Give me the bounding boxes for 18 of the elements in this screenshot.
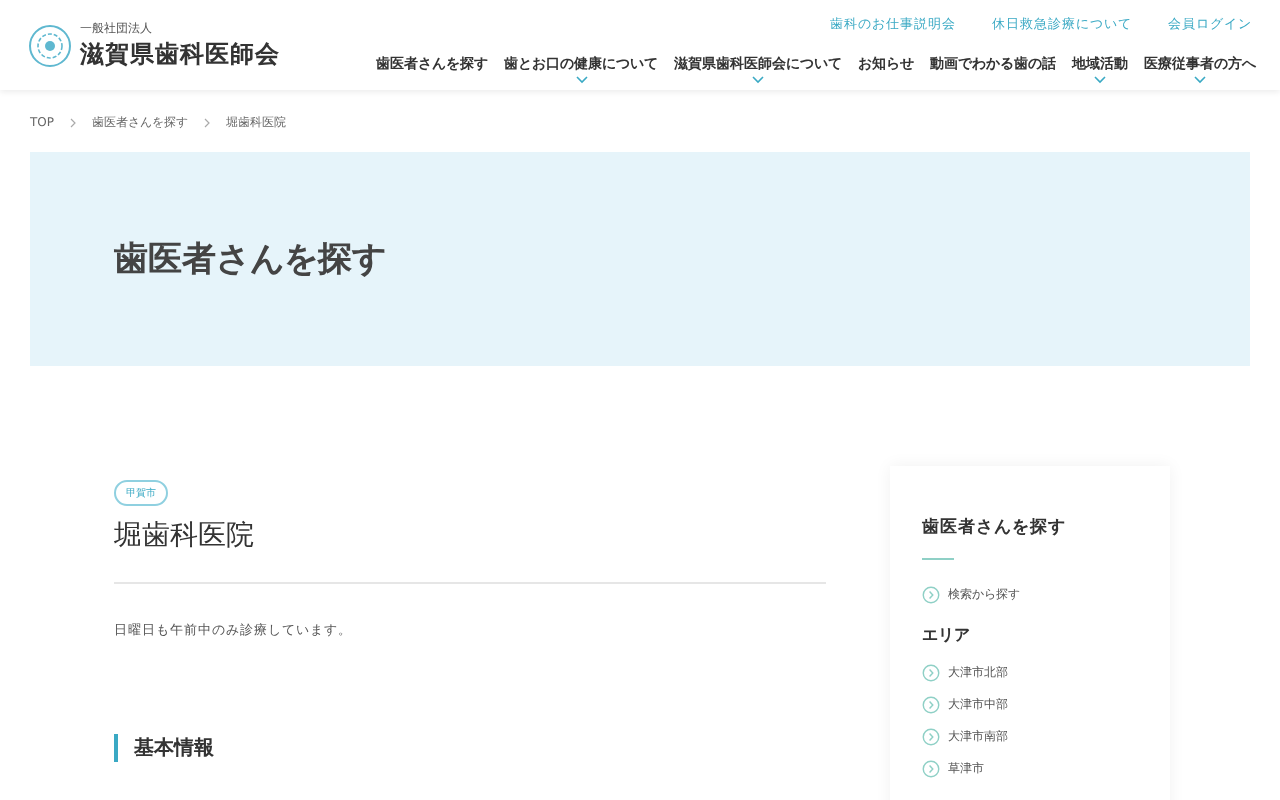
sidebar-title: 歯医者さんを探す: [922, 516, 1068, 540]
logo-title: 滋賀県歯科医師会: [80, 37, 280, 71]
chevron-circle-icon: [922, 696, 940, 714]
sidebar-subtitle: エリア: [922, 624, 972, 646]
chevron-down-icon: [1094, 76, 1106, 84]
chevron-icon: [70, 118, 77, 128]
clinic-name: 堀歯科医院: [114, 518, 256, 554]
chevron-circle-icon: [922, 664, 940, 682]
chevron-down-icon: [575, 76, 587, 84]
chevron-circle-icon: [922, 760, 940, 778]
page-title: 歯医者さんを探す: [114, 238, 386, 282]
logo-icon: [28, 23, 72, 67]
section-heading: 基本情報: [114, 734, 826, 762]
chevron-down-icon: [752, 76, 764, 84]
chevron-icon: [204, 118, 211, 128]
chevron-circle-icon: [922, 728, 940, 746]
chevron-down-icon: [1194, 76, 1206, 84]
chevron-circle-icon: [922, 586, 940, 604]
